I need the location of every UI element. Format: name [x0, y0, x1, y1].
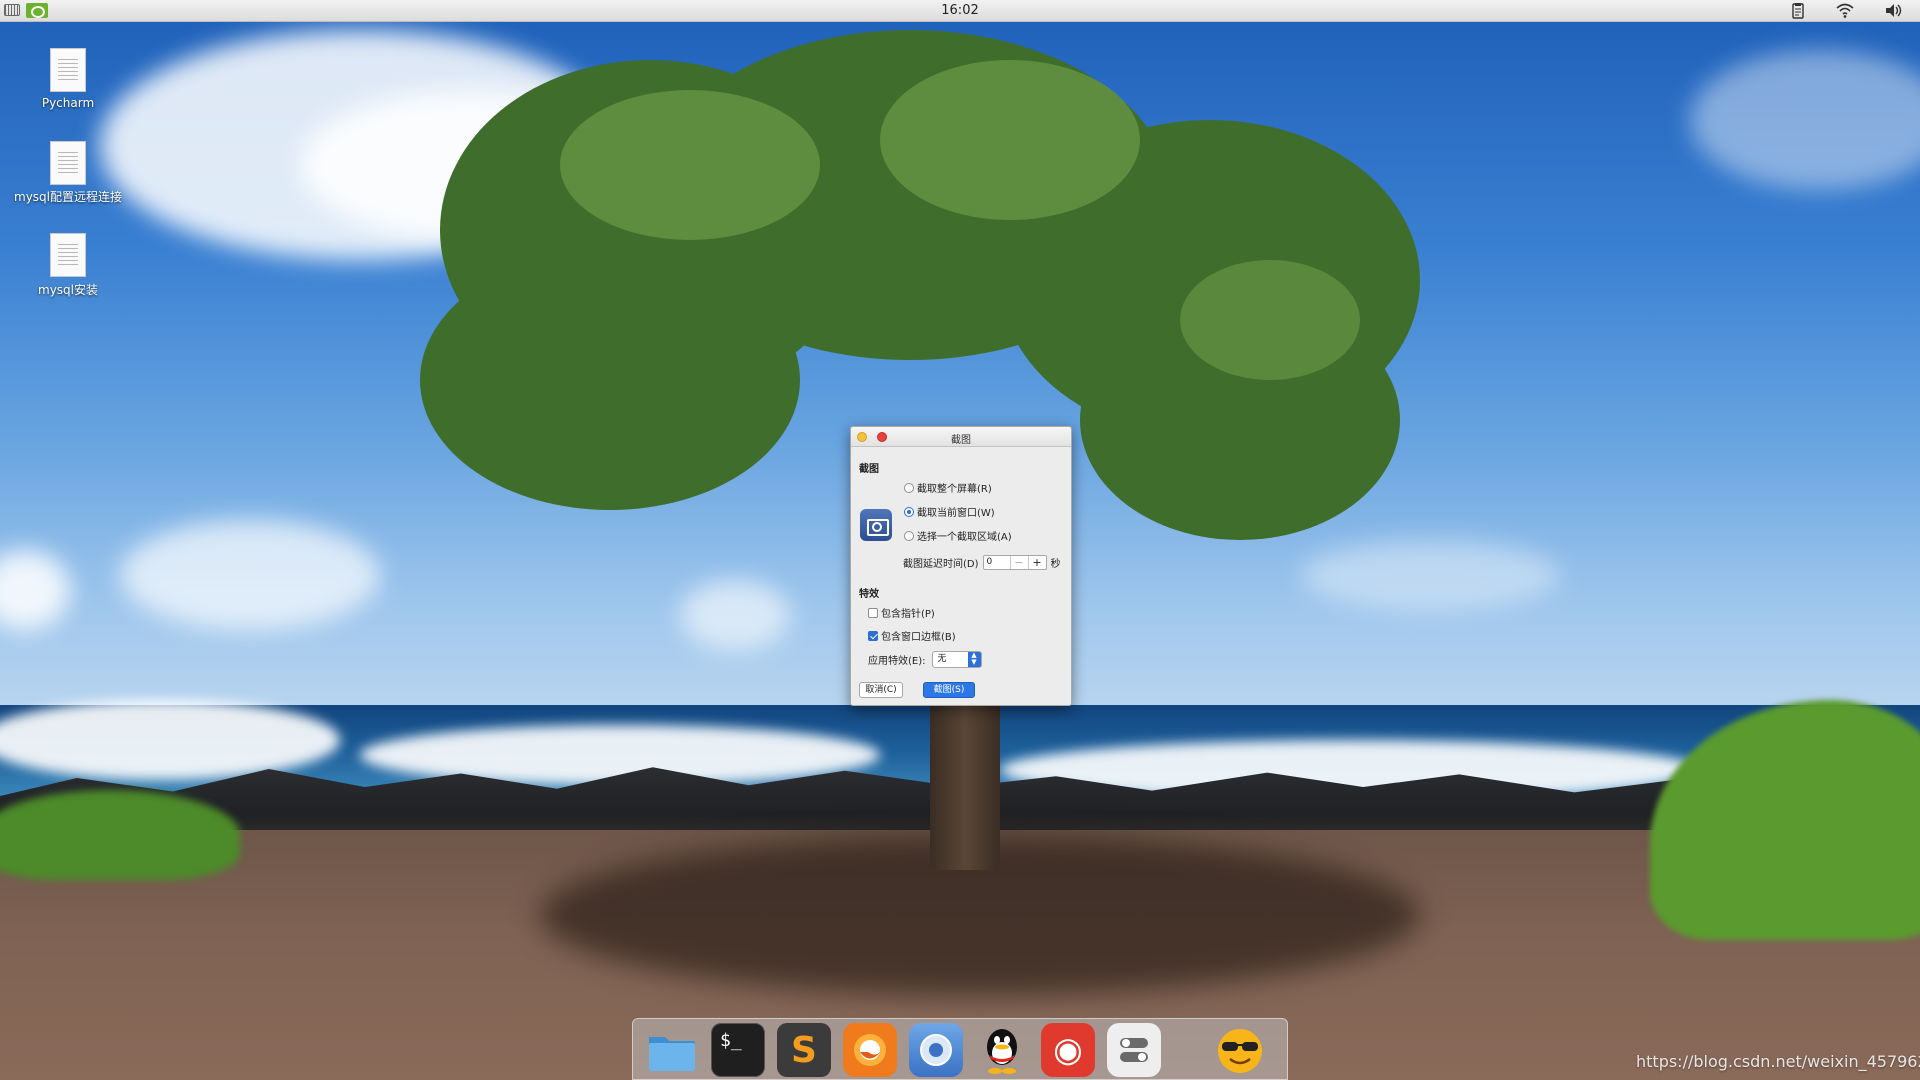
wallpaper-tree-canopy — [880, 60, 1140, 220]
delay-row: 截图延迟时间(D) 0 − + 秒 — [903, 555, 1061, 570]
option-current-window[interactable]: 截取当前窗口(W) — [904, 504, 995, 519]
delay-label: 截图延迟时间(D) — [903, 559, 979, 570]
document-icon — [50, 233, 86, 277]
option-label: 截取整个屏幕(R) — [917, 484, 992, 495]
dialog-title: 截图 — [951, 435, 971, 446]
delay-decrement-button[interactable]: − — [1009, 556, 1028, 569]
volume-icon[interactable] — [1884, 2, 1904, 19]
dock: $_ S ◉ — [632, 1018, 1288, 1080]
include-pointer-row[interactable]: 包含指针(P) — [868, 605, 935, 620]
cancel-button[interactable]: 取消(C) — [859, 682, 903, 698]
wallpaper-cloud — [680, 580, 790, 650]
dialog-titlebar[interactable]: 截图 — [851, 427, 1071, 447]
delay-increment-button[interactable]: + — [1027, 556, 1046, 569]
option-label: 选择一个截取区域(A) — [917, 532, 1012, 543]
wallpaper-cloud — [1300, 540, 1560, 610]
wallpaper-bush — [0, 790, 240, 880]
option-label: 截取当前窗口(W) — [917, 508, 995, 519]
section-capture-heading: 截图 — [859, 464, 879, 475]
option-full-screen[interactable]: 截取整个屏幕(R) — [904, 480, 992, 495]
include-border-label: 包含窗口边框(B) — [881, 632, 956, 643]
section-effects-heading: 特效 — [859, 589, 879, 600]
desktop-icon-mysql-remote[interactable]: mysql配置远程连接 — [8, 141, 128, 205]
netease-music-icon[interactable]: ◉ — [1041, 1023, 1095, 1077]
settings-icon[interactable] — [1107, 1023, 1161, 1077]
panel-clock[interactable]: 16:02 — [0, 3, 1920, 18]
wifi-icon[interactable] — [1835, 2, 1855, 19]
apply-effect-label: 应用特效(E): — [868, 656, 926, 667]
include-pointer-label: 包含指针(P) — [881, 609, 935, 620]
wallpaper-cloud — [120, 520, 380, 630]
clipboard-icon[interactable] — [1788, 2, 1808, 19]
sublime-text-icon[interactable]: S — [777, 1023, 831, 1077]
radio-full-screen[interactable] — [904, 482, 914, 493]
desktop-icon-label: Pycharm — [41, 96, 95, 110]
file-manager-icon[interactable] — [645, 1023, 699, 1077]
camera-icon — [860, 509, 892, 541]
include-pointer-checkbox[interactable] — [868, 607, 878, 618]
delay-unit: 秒 — [1050, 559, 1061, 570]
chevron-updown-icon: ▲ ▼ — [967, 652, 981, 667]
terminal-icon[interactable]: $_ — [711, 1023, 765, 1077]
delay-stepper[interactable]: 0 − + — [982, 555, 1047, 570]
radio-select-area[interactable] — [904, 530, 914, 541]
watermark-text: https://blog.csdn.net/weixin_45796250 — [1636, 1052, 1920, 1071]
desktop-icon-label: mysql配置远程连接 — [14, 190, 122, 204]
firefox-icon[interactable] — [843, 1023, 897, 1077]
top-panel: 16:02 — [0, 0, 1920, 22]
apply-effect-row: 应用特效(E): 无 ▲ ▼ — [868, 651, 982, 668]
wallpaper-tree-canopy — [420, 250, 800, 510]
desktop-icon-pycharm[interactable]: Pycharm — [8, 48, 128, 110]
delay-input[interactable]: 0 — [984, 556, 1010, 569]
take-screenshot-button[interactable]: 截图(S) — [923, 682, 975, 698]
document-icon — [50, 141, 86, 185]
wallpaper-tree-canopy — [560, 90, 820, 240]
apply-effect-value: 无 — [937, 654, 947, 664]
qq-icon[interactable] — [975, 1023, 1029, 1077]
chromium-icon[interactable] — [909, 1023, 963, 1077]
include-border-row[interactable]: 包含窗口边框(B) — [868, 628, 956, 643]
radio-current-window[interactable] — [904, 506, 914, 517]
include-border-checkbox[interactable] — [868, 630, 878, 641]
desktop-icon-label: mysql安装 — [38, 283, 98, 297]
desktop-icon-mysql-install[interactable]: mysql安装 — [8, 233, 128, 298]
apply-effect-select[interactable]: 无 ▲ ▼ — [931, 651, 982, 668]
option-select-area[interactable]: 选择一个截取区域(A) — [904, 528, 1012, 543]
wallpaper-tree-canopy — [1180, 260, 1360, 380]
screenshot-dialog: 截图 截图 截取整个屏幕(R) 截取当前窗口(W) 选择一个截取区域(A) 截图… — [850, 426, 1072, 706]
emoji-app-icon[interactable] — [1213, 1023, 1267, 1077]
document-icon — [50, 48, 86, 92]
